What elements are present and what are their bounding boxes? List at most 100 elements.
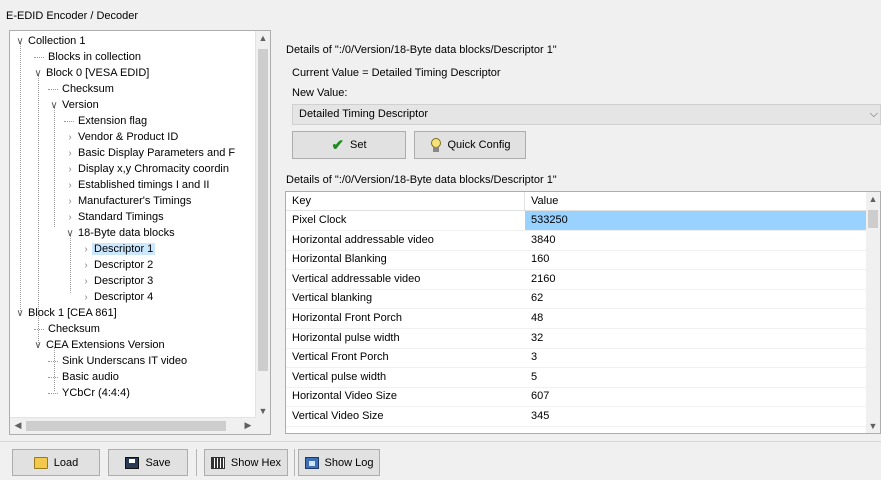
tree-node[interactable]: YCbCr (4:4:4) xyxy=(48,385,132,401)
chevron-down-icon[interactable]: ∨ xyxy=(14,306,26,322)
tree-node[interactable]: Blocks in collection xyxy=(34,49,143,65)
tree-node[interactable]: › Established timings I and II xyxy=(64,177,211,193)
row-key: Vertical pulse width xyxy=(292,370,387,383)
check-icon: ✔ xyxy=(331,136,345,154)
tree-node[interactable]: ∨ CEA Extensions Version xyxy=(32,337,167,353)
quick-config-button[interactable]: Quick Config xyxy=(414,131,526,159)
chevron-right-icon[interactable]: › xyxy=(80,242,92,258)
tree-node[interactable]: Checksum xyxy=(34,321,102,337)
tree-node-label: Basic audio xyxy=(62,371,119,383)
new-value-select[interactable]: Detailed Timing Descriptor ⌵ xyxy=(292,104,881,125)
chevron-down-icon[interactable]: ∨ xyxy=(32,338,44,354)
chevron-down-icon[interactable]: ∨ xyxy=(32,66,44,82)
save-button[interactable]: Save xyxy=(108,449,188,476)
chevron-down-icon[interactable]: ∨ xyxy=(48,98,60,114)
tree-node[interactable]: › Vendor & Product ID xyxy=(64,129,180,145)
row-value[interactable]: 345 xyxy=(525,407,866,426)
chevron-right-icon[interactable]: › xyxy=(80,274,92,290)
tree-node-label: Standard Timings xyxy=(78,211,164,223)
table-row[interactable]: Horizontal Front Porch 48 xyxy=(286,309,866,329)
tree-node[interactable]: Sink Underscans IT video xyxy=(48,353,189,369)
table-row[interactable]: Horizontal pulse width 32 xyxy=(286,329,866,349)
scrollbar-thumb[interactable] xyxy=(258,49,268,371)
tree-node[interactable]: › Descriptor 4 xyxy=(80,289,155,305)
set-button[interactable]: ✔ Set xyxy=(292,131,406,159)
chevron-right-icon[interactable]: › xyxy=(64,178,76,194)
tree-branch-icon xyxy=(34,56,44,58)
tree-node-label: Established timings I and II xyxy=(78,179,210,191)
scrollbar-thumb[interactable] xyxy=(868,210,878,228)
table-row[interactable]: Horizontal Video Size 607 xyxy=(286,387,866,408)
row-value[interactable]: 32 xyxy=(525,329,866,348)
row-value[interactable]: 3840 xyxy=(525,231,866,250)
tree-node[interactable]: ∨ Block 1 [CEA 861] xyxy=(14,305,119,321)
row-value[interactable]: 2160 xyxy=(525,270,866,289)
tree-node[interactable]: › Descriptor 1 xyxy=(80,241,156,258)
chevron-down-icon[interactable]: ∨ xyxy=(64,226,76,242)
tree-node-label: Block 0 [VESA EDID] xyxy=(46,67,150,79)
tree-node-label: Block 1 [CEA 861] xyxy=(28,307,117,319)
show-log-button[interactable]: Show Log xyxy=(298,449,380,476)
table-row[interactable]: Vertical Video Size 345 xyxy=(286,407,866,427)
tree-node[interactable]: ∨ Collection 1 xyxy=(14,33,87,49)
chevron-right-icon[interactable]: › xyxy=(64,146,76,162)
scroll-down-icon[interactable]: ▼ xyxy=(866,421,880,431)
tree-node[interactable]: Basic audio xyxy=(48,369,121,385)
chevron-right-icon[interactable]: › xyxy=(80,258,92,274)
scrollbar-thumb[interactable] xyxy=(26,421,226,431)
scroll-down-icon[interactable]: ▼ xyxy=(256,406,270,416)
row-value[interactable]: 533250 xyxy=(525,211,866,230)
chevron-right-icon[interactable]: › xyxy=(64,162,76,178)
chevron-right-icon[interactable]: › xyxy=(64,194,76,210)
tree-node[interactable]: › Basic Display Parameters and F xyxy=(64,145,237,161)
scroll-up-icon[interactable]: ▲ xyxy=(866,194,880,204)
row-value[interactable]: 48 xyxy=(525,309,866,328)
table-row[interactable]: Pixel Clock 533250 xyxy=(286,211,866,231)
quick-config-label: Quick Config xyxy=(447,139,511,151)
tree-horizontal-scrollbar[interactable]: ◀ ▶ xyxy=(10,417,256,434)
load-button[interactable]: Load xyxy=(12,449,100,476)
tree-view[interactable]: ∨ Collection 1 Blocks in collection ∨ Block … xyxy=(9,30,271,435)
table-row[interactable]: Vertical pulse width 5 xyxy=(286,368,866,388)
tree-node-label: Descriptor 4 xyxy=(94,291,154,303)
chevron-down-icon[interactable]: ∨ xyxy=(14,34,26,50)
tree-node[interactable]: Extension flag xyxy=(64,113,149,129)
column-key[interactable]: Key xyxy=(286,192,525,210)
current-value: Current Value = Detailed Timing Descript… xyxy=(292,67,501,79)
table-header-row: Key Value xyxy=(286,192,866,211)
row-value[interactable]: 607 xyxy=(525,387,866,406)
table-header: Details of ":/0/Version/18-Byte data blo… xyxy=(286,174,557,186)
tree-node[interactable]: › Descriptor 3 xyxy=(80,273,155,289)
tree-node[interactable]: ∨ Version xyxy=(48,97,101,113)
table-row[interactable]: Vertical Front Porch 3 xyxy=(286,348,866,369)
tree-node[interactable]: › Descriptor 2 xyxy=(80,257,155,273)
table-row[interactable]: Vertical addressable video 2160 xyxy=(286,270,866,290)
row-value[interactable]: 62 xyxy=(525,289,866,308)
tree-vertical-scrollbar[interactable]: ▲ ▼ xyxy=(255,31,270,418)
tree-node[interactable]: › Standard Timings xyxy=(64,209,166,225)
tree-branch-icon xyxy=(48,376,58,378)
show-hex-button[interactable]: Show Hex xyxy=(204,449,288,476)
row-value[interactable]: 5 xyxy=(525,368,866,387)
scroll-right-icon[interactable]: ▶ xyxy=(241,420,255,431)
scroll-up-icon[interactable]: ▲ xyxy=(256,33,270,43)
table-vertical-scrollbar[interactable]: ▲ ▼ xyxy=(866,192,880,433)
table-row[interactable]: Vertical blanking 62 xyxy=(286,289,866,310)
tree-guide-line xyxy=(20,43,21,311)
chevron-right-icon[interactable]: › xyxy=(64,210,76,226)
tree-node[interactable]: ∨ Block 0 [VESA EDID] xyxy=(32,65,151,81)
details-table[interactable]: Key Value Pixel Clock 533250 Horizontal ad… xyxy=(285,191,881,434)
table-row[interactable]: Horizontal addressable video 3840 xyxy=(286,231,866,251)
column-value[interactable]: Value xyxy=(525,192,866,210)
scroll-left-icon[interactable]: ◀ xyxy=(11,420,25,431)
chevron-right-icon[interactable]: › xyxy=(64,130,76,146)
save-label: Save xyxy=(145,456,171,469)
row-value[interactable]: 160 xyxy=(525,250,866,269)
tree-node[interactable]: ∨ 18-Byte data blocks xyxy=(64,225,177,241)
tree-node[interactable]: › Manufacturer's Timings xyxy=(64,193,193,209)
tree-node[interactable]: Checksum xyxy=(48,81,116,97)
row-value[interactable]: 3 xyxy=(525,348,866,367)
table-row[interactable]: Horizontal Blanking 160 xyxy=(286,250,866,271)
tree-node[interactable]: › Display x,y Chromacity coordin xyxy=(64,161,231,177)
chevron-right-icon[interactable]: › xyxy=(80,290,92,306)
